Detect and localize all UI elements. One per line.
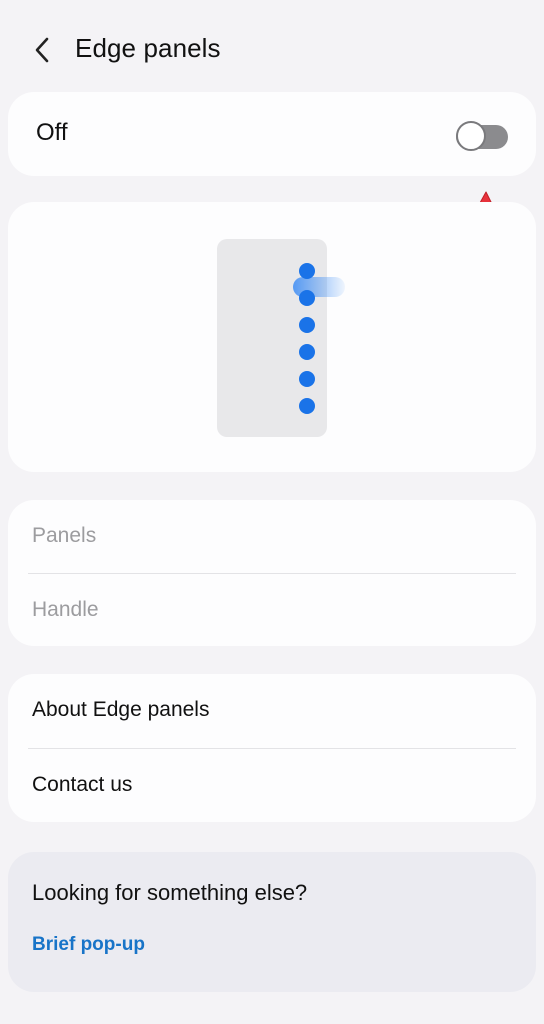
master-toggle-row[interactable]: Off	[8, 92, 536, 176]
panel-dot-icon	[299, 398, 315, 414]
panel-settings-group: Panels Handle	[8, 500, 536, 646]
about-edge-panels-row[interactable]: About Edge panels	[8, 674, 536, 747]
panel-dot-icon	[299, 371, 315, 387]
handle-row[interactable]: Handle	[8, 574, 536, 647]
page-title: Edge panels	[75, 33, 221, 63]
phone-illustration	[217, 239, 345, 437]
contact-us-row[interactable]: Contact us	[8, 749, 536, 822]
edge-panel-preview	[8, 202, 536, 472]
panel-dot-icon	[299, 290, 315, 306]
brief-pop-up-link[interactable]: Brief pop-up	[32, 934, 145, 956]
about-edge-panels-label: About Edge panels	[32, 698, 210, 721]
panel-dot-icon	[299, 317, 315, 333]
contact-us-label: Contact us	[32, 773, 133, 796]
panel-dot-icon	[299, 263, 315, 279]
chevron-left-icon	[35, 37, 49, 63]
panel-dot-icon	[299, 344, 315, 360]
panels-row[interactable]: Panels	[8, 500, 536, 573]
suggestions-title: Looking for something else?	[32, 880, 308, 905]
edge-panels-switch[interactable]	[456, 119, 512, 151]
switch-knob	[456, 121, 486, 151]
back-button[interactable]	[26, 30, 58, 70]
app-header: Edge panels	[0, 0, 544, 98]
suggestions-card: Looking for something else? Brief pop-up	[8, 852, 536, 992]
handle-label: Handle	[32, 598, 99, 621]
toggle-status-label: Off	[36, 119, 68, 146]
info-settings-group: About Edge panels Contact us	[8, 674, 536, 822]
panels-label: Panels	[32, 524, 97, 547]
